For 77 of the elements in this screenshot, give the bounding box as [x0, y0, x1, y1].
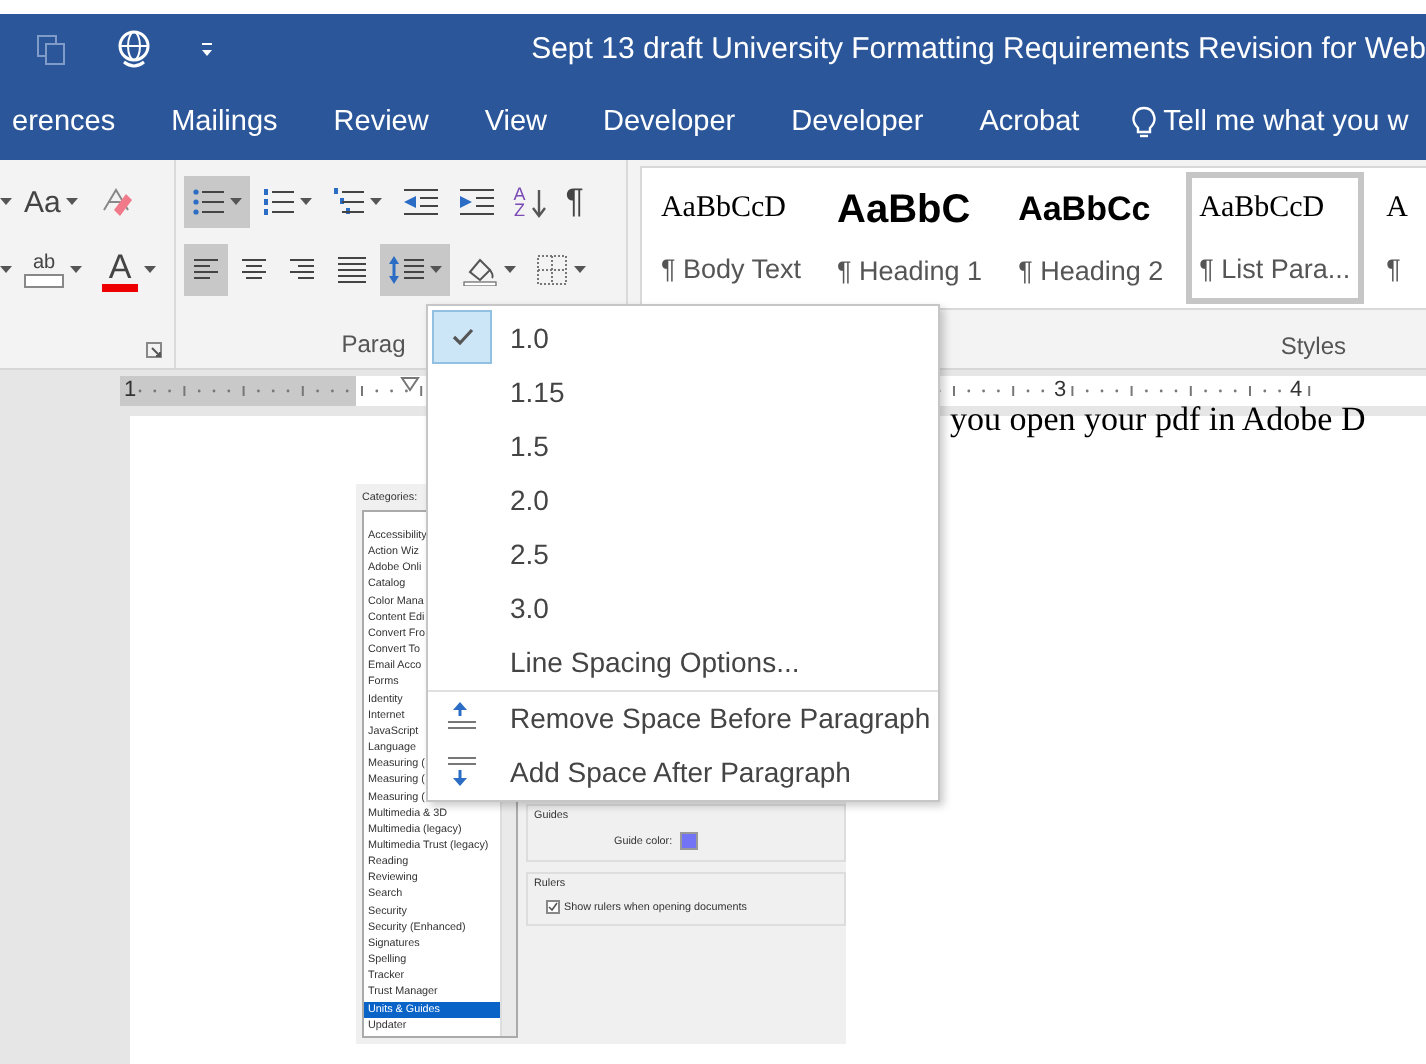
dropdown-caret-icon	[503, 266, 516, 274]
tell-me-search-field[interactable]: Tell me what you w	[1163, 106, 1409, 138]
ribbon-tab[interactable]: Developer	[763, 84, 952, 160]
line-spacing-button[interactable]	[379, 244, 450, 296]
checkbox[interactable]	[546, 900, 560, 914]
ribbon-tab[interactable]: Mailings	[143, 84, 306, 160]
style-preview: AaBbCc	[1018, 190, 1151, 231]
down-arrow-icon	[531, 187, 546, 217]
menu-item[interactable]: 2.5	[428, 526, 938, 580]
lightbulb-icon	[1131, 105, 1156, 139]
menu-item[interactable]: 3.0	[428, 580, 938, 634]
style-item[interactable]: A ¶	[1372, 172, 1422, 304]
bullets-button[interactable]	[183, 176, 250, 228]
style-item[interactable]: AaBbCcD ¶ List Para...	[1185, 172, 1365, 304]
menu-item[interactable]: Line Spacing Options...	[428, 634, 938, 688]
decrease-indent-icon	[401, 186, 438, 218]
style-item[interactable]: AaBbCcD ¶ Body Text	[646, 172, 815, 304]
document-text: you open your pdf in Adobe D	[950, 400, 1368, 440]
style-preview: A	[1386, 191, 1408, 226]
style-item[interactable]: AaBbCc ¶ Heading 2	[1004, 172, 1178, 304]
dropdown-caret-icon	[144, 266, 156, 274]
group-label: Parag	[341, 330, 406, 358]
dropdown-caret-icon	[229, 198, 242, 206]
add-space-after-icon	[446, 754, 478, 788]
menu-item[interactable]: Add Space After Paragraph	[428, 744, 938, 798]
globe-icon[interactable]	[116, 29, 152, 69]
indent-marker-icon[interactable]	[400, 375, 420, 391]
dialog-launcher-icon[interactable]	[145, 342, 162, 358]
justify-icon	[335, 254, 368, 286]
eraser-icon	[98, 186, 135, 218]
ribbon-tab[interactable]: Developer	[575, 84, 764, 160]
highlight-button[interactable]: ab	[16, 244, 90, 296]
dropdown-caret-icon	[70, 266, 82, 274]
checkmark-icon	[451, 328, 473, 346]
style-preview: AaBbCcD	[1199, 191, 1325, 226]
font-color-button[interactable]: A	[94, 244, 164, 296]
style-name: ¶ Body Text	[660, 253, 801, 284]
increase-indent-icon	[457, 186, 494, 218]
customize-menu-icon[interactable]	[200, 41, 214, 57]
borders-icon	[535, 254, 568, 286]
style-name: ¶	[1386, 253, 1401, 284]
copy-icon[interactable]	[36, 33, 68, 65]
menu-item[interactable]: 2.0	[428, 472, 938, 526]
dropdown-caret-icon	[429, 266, 442, 274]
ribbon-tab[interactable]: Acrobat	[951, 84, 1108, 160]
color-swatch[interactable]	[680, 832, 699, 850]
numbered-list-icon	[261, 186, 294, 218]
paint-bucket-icon	[461, 254, 498, 286]
dropdown-caret-icon	[573, 266, 586, 274]
window-title: Sept 13 draft University Formatting Requirements Revision for Web	[531, 32, 1426, 66]
multilevel-list-icon	[331, 186, 364, 218]
group-label: Styles	[1280, 331, 1346, 360]
menu-item[interactable]: Remove Space Before Paragraph	[428, 690, 938, 744]
menu-item[interactable]: 1.5	[428, 418, 938, 472]
dropdown-caret-icon	[369, 198, 382, 206]
dropdown-caret-icon	[66, 198, 79, 206]
dropdown-caret-icon[interactable]	[0, 198, 12, 206]
style-name: ¶ List Para...	[1199, 253, 1351, 284]
show-formatting-button[interactable]: ¶	[557, 176, 592, 228]
style-name: ¶ Heading 1	[837, 256, 983, 287]
dropdown-caret-icon	[299, 198, 312, 206]
remove-space-before-icon	[446, 700, 478, 734]
style-item[interactable]: AaBbC ¶ Heading 1	[823, 172, 997, 304]
ribbon-tab[interactable]: Review	[305, 84, 457, 160]
style-preview: AaBbCcD	[660, 191, 786, 226]
align-left-button[interactable]	[183, 244, 228, 296]
style-name: ¶ Heading 2	[1018, 255, 1164, 286]
menu-item[interactable]: 1.15	[428, 364, 938, 418]
dropdown-caret-icon[interactable]	[0, 266, 12, 274]
menu-item[interactable]: 1.0	[428, 310, 938, 364]
ribbon-tab[interactable]: erences	[0, 84, 144, 160]
bullet-list-icon	[191, 186, 224, 218]
change-case-button[interactable]: Aa	[16, 176, 87, 228]
line-spacing-icon	[387, 254, 424, 286]
ribbon-tab[interactable]: View	[456, 84, 575, 160]
style-preview: AaBbC	[837, 188, 971, 235]
sort-button[interactable]: AZ	[505, 176, 554, 228]
